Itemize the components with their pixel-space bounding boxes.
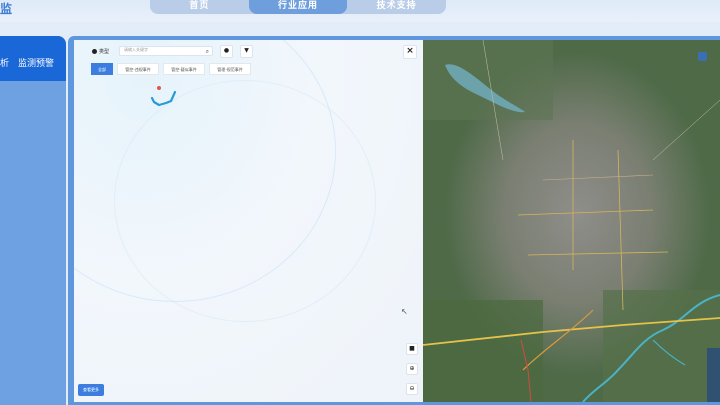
nav-tab-support[interactable]: 技术支持 — [347, 0, 446, 14]
category-selector[interactable]: 类型 — [92, 48, 109, 55]
search-input[interactable]: 请输入关键字 ⌕ — [119, 46, 214, 56]
close-button[interactable]: × — [403, 45, 417, 59]
zoom-out-icon: ⊖ — [409, 385, 415, 392]
track-line — [150, 90, 177, 107]
locate-button[interactable]: ● — [220, 44, 234, 58]
map-side-panel — [707, 348, 720, 402]
filter-tab-suspected[interactable]: 管控-疑似事件 — [163, 63, 205, 75]
filter-icon: ▼ — [244, 46, 249, 54]
top-bar: 监 首页 行业应用 技术支持 — [0, 0, 720, 22]
layers-button[interactable]: ■ — [406, 343, 418, 355]
close-icon: × — [406, 46, 414, 56]
search-placeholder: 请输入关键字 — [124, 47, 149, 52]
panel-toolbar: 类型 请输入关键字 ⌕ ● ▼ — [92, 44, 254, 58]
location-marker-icon[interactable] — [157, 86, 161, 90]
background-decor — [114, 80, 376, 322]
view-more-button[interactable]: 查看更多 — [78, 384, 104, 396]
filter-button[interactable]: ▼ — [240, 44, 254, 58]
map-imagery — [423, 40, 720, 402]
satellite-map[interactable] — [423, 40, 720, 402]
filter-tab-violation[interactable]: 管控-违规事件 — [117, 63, 159, 75]
mouse-cursor-icon: ↖ — [401, 307, 408, 316]
sidebar-body — [0, 81, 66, 405]
sidebar-item-monitoring[interactable]: 监测预警 — [18, 56, 54, 69]
zoom-in-button[interactable]: ⊕ — [406, 363, 418, 375]
sidebar-active-section: 析 监测预警 — [0, 36, 66, 81]
track-path — [150, 86, 177, 107]
event-panel: 类型 请输入关键字 ⌕ ● ▼ × 全部 管控-违规事件 管控-疑似事件 管理-… — [74, 40, 424, 402]
main-nav: 首页 行业应用 技术支持 — [150, 0, 446, 14]
app-title-fragment: 监 — [0, 2, 13, 16]
zoom-out-button[interactable]: ⊖ — [406, 383, 418, 395]
pin-icon: ● — [223, 46, 230, 54]
filter-tabs: 全部 管控-违规事件 管控-疑似事件 管理-规范事件 — [91, 63, 255, 75]
category-label: 类型 — [99, 48, 110, 55]
nav-tab-industry[interactable]: 行业应用 — [248, 0, 348, 14]
side-tools: ■ ⊕ ⊖ — [406, 343, 418, 402]
filter-tab-standard[interactable]: 管理-规范事件 — [209, 63, 251, 75]
sidebar-item-analysis[interactable]: 析 — [0, 56, 9, 69]
map-layer-toggle-button[interactable] — [698, 52, 707, 61]
filter-tab-all[interactable]: 全部 — [91, 63, 113, 75]
zoom-in-icon: ⊕ — [409, 365, 415, 372]
layers-icon: ■ — [409, 345, 415, 352]
category-dot-icon — [92, 48, 97, 54]
search-icon[interactable]: ⌕ — [206, 48, 209, 56]
nav-tab-home[interactable]: 首页 — [150, 0, 249, 14]
